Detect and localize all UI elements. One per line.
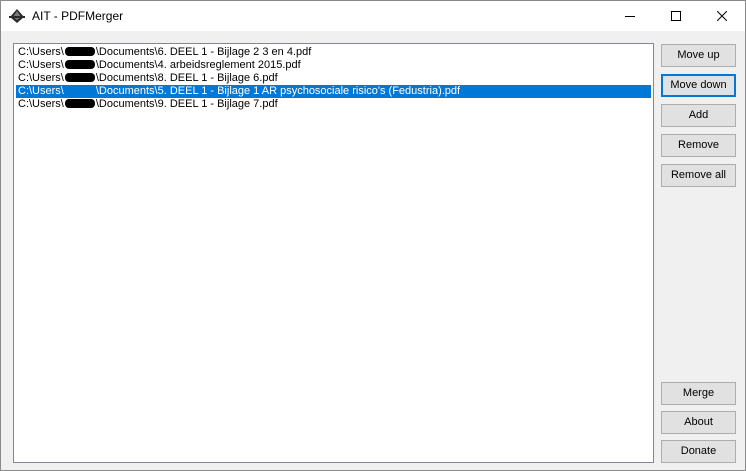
add-button[interactable]: Add	[661, 104, 736, 127]
list-item[interactable]: C:\Users\ \Documents\8. DEEL 1 - Bijlage …	[16, 72, 651, 85]
list-item[interactable]: C:\Users\ \Documents\6. DEEL 1 - Bijlage …	[16, 46, 651, 59]
redacted-username	[65, 86, 95, 95]
redacted-username	[64, 99, 95, 108]
close-button[interactable]	[699, 1, 745, 31]
path-prefix: C:\Users\	[18, 85, 64, 97]
path-suffix: \Documents\5. DEEL 1 - Bijlage 1 AR psyc…	[95, 85, 461, 97]
list-item[interactable]: C:\Users\ \Documents\5. DEEL 1 - Bijlage …	[16, 85, 651, 98]
path-suffix: \Documents\6. DEEL 1 - Bijlage 2 3 en 4.…	[95, 46, 312, 58]
path-suffix: \Documents\4. arbeidsreglement 2015.pdf	[95, 59, 301, 71]
app-logo-icon	[9, 9, 25, 23]
donate-button[interactable]: Donate	[661, 440, 736, 463]
list-item[interactable]: C:\Users\ \Documents\9. DEEL 1 - Bijlage …	[16, 98, 651, 111]
path-prefix: C:\Users\	[18, 98, 64, 110]
path-suffix: \Documents\9. DEEL 1 - Bijlage 7.pdf	[95, 98, 278, 110]
window-title: AIT - PDFMerger	[32, 9, 124, 23]
close-icon	[717, 11, 727, 21]
about-button[interactable]: About	[661, 411, 736, 434]
maximize-button[interactable]	[653, 1, 699, 31]
list-item[interactable]: C:\Users\ \Documents\4. arbeidsreglement …	[16, 59, 651, 72]
merge-button[interactable]: Merge	[661, 382, 736, 405]
app-window: AIT - PDFMerger C:\Users\ \Documents\6. D…	[0, 0, 746, 471]
remove-button[interactable]: Remove	[661, 134, 736, 157]
path-prefix: C:\Users\	[18, 59, 64, 71]
path-prefix: C:\Users\	[18, 46, 64, 58]
redacted-username	[64, 47, 95, 56]
file-listbox[interactable]: C:\Users\ \Documents\6. DEEL 1 - Bijlage …	[13, 43, 654, 463]
remove-all-button[interactable]: Remove all	[661, 164, 736, 187]
minimize-button[interactable]	[607, 1, 653, 31]
redacted-username	[64, 73, 95, 82]
maximize-icon	[671, 11, 681, 21]
minimize-icon	[625, 16, 635, 17]
move-up-button[interactable]: Move up	[661, 44, 736, 67]
path-suffix: \Documents\8. DEEL 1 - Bijlage 6.pdf	[95, 72, 278, 84]
title-bar[interactable]: AIT - PDFMerger	[1, 1, 745, 31]
move-down-button[interactable]: Move down	[661, 74, 736, 97]
redacted-username	[64, 60, 95, 69]
path-prefix: C:\Users\	[18, 72, 64, 84]
